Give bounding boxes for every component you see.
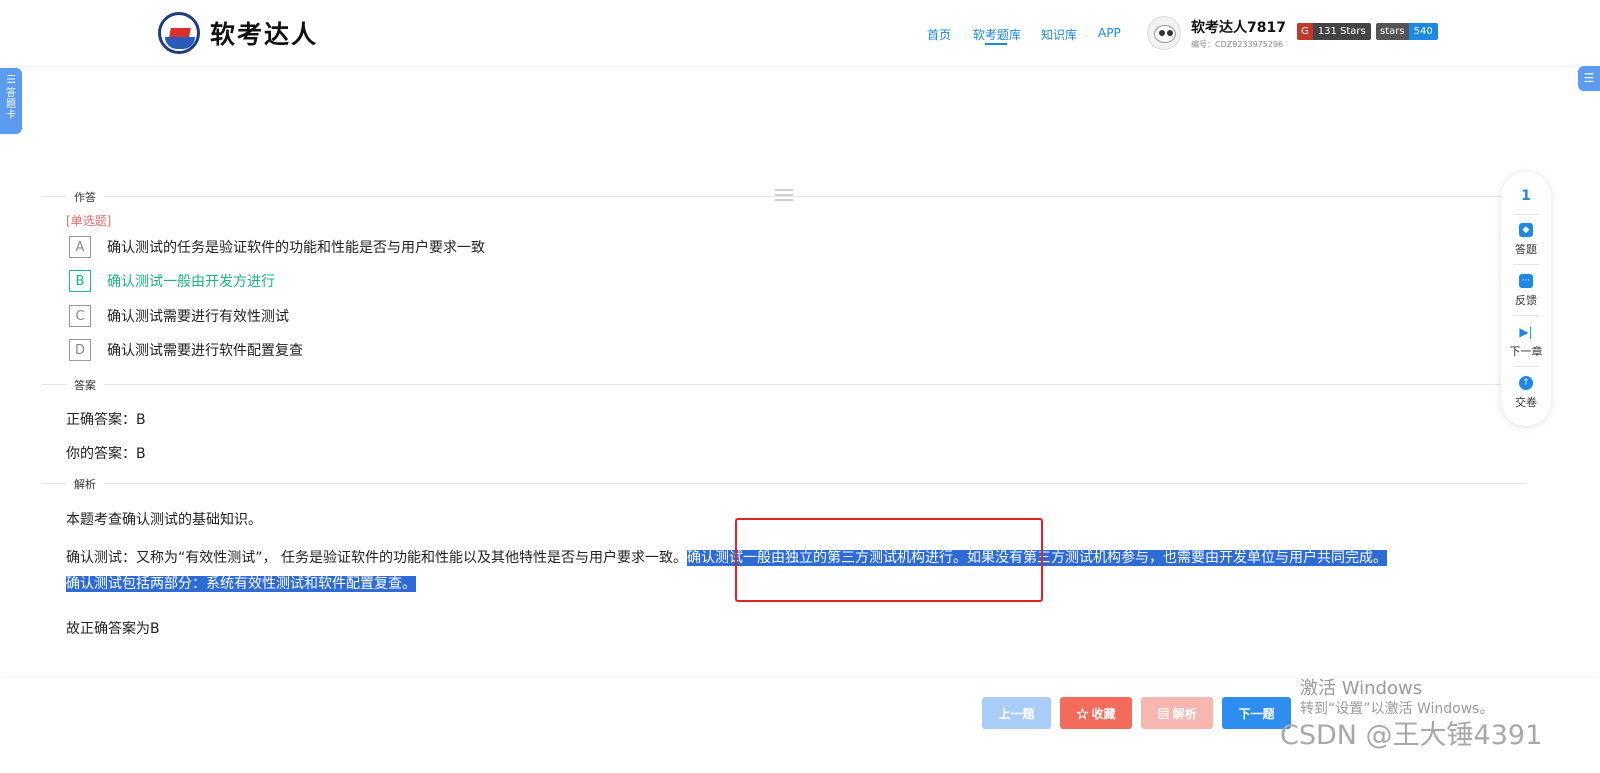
csdn-watermark: CSDN @王大锤4391 xyxy=(1280,720,1543,751)
analysis-conclusion: 故正确答案为B xyxy=(66,621,160,637)
gitee-stars-badge[interactable]: G 131 Stars xyxy=(1297,23,1371,40)
prev-question-button[interactable]: 上一题 xyxy=(982,697,1051,729)
question-type-label: [单选题] xyxy=(66,214,112,228)
menu-icon: ☰ xyxy=(6,73,16,86)
answer-icon: ◆ xyxy=(1519,223,1533,237)
user-id: 编号：CDZ9233975296 xyxy=(1191,40,1284,49)
side-feedback-button[interactable]: ··· 反馈 xyxy=(1501,274,1551,308)
feedback-icon: ··· xyxy=(1519,274,1533,288)
analysis-paragraph-line2: 确认测试包括两部分：系统有效性测试和软件配置复查。 xyxy=(66,571,416,597)
side-answer-button[interactable]: ◆ 答题 xyxy=(1501,223,1551,257)
option-d[interactable]: D 确认测试需要进行软件配置复查 xyxy=(69,338,303,362)
user-name[interactable]: 软考达人7817 xyxy=(1191,17,1286,37)
annotation-box xyxy=(735,518,1043,602)
analysis-intro: 本题考查确认测试的基础知识。 xyxy=(66,512,262,528)
side-next-chapter-button[interactable]: ▶| 下一章 xyxy=(1501,325,1551,359)
top-header: 软考达人 首页 软考题库 知识库 APP 软考达人7817 编号：CDZ9233… xyxy=(0,0,1600,66)
github-stars-badge[interactable]: stars 540 xyxy=(1376,23,1438,40)
analysis-button[interactable]: ▤ 解析 xyxy=(1141,697,1213,729)
logo-emblem-icon xyxy=(158,12,200,54)
correct-answer-value: B xyxy=(136,412,146,428)
option-b[interactable]: B 确认测试一般由开发方进行 xyxy=(69,269,275,293)
favorite-button[interactable]: ☆ 收藏 xyxy=(1060,697,1132,729)
github-icon: stars xyxy=(1376,23,1409,40)
side-toolbar: 1 ◆ 答题 ··· 反馈 ▶| 下一章 ↑ 交卷 xyxy=(1501,172,1551,426)
nav-app[interactable]: APP xyxy=(1098,26,1121,40)
correct-answer: 正确答案：B xyxy=(66,412,146,428)
menu-icon: ☰ xyxy=(1583,71,1595,85)
option-letter: B xyxy=(69,270,91,292)
selected-text: 确认测试包括两部分：系统有效性测试和软件配置复查。 xyxy=(66,576,416,592)
nav-knowledge-base[interactable]: 知识库 xyxy=(1041,26,1077,43)
site-logo[interactable]: 软考达人 xyxy=(158,12,318,54)
nav-question-bank[interactable]: 软考题库 xyxy=(973,26,1021,43)
section-label-answer: 答案 xyxy=(66,377,104,393)
answer-card-tab[interactable]: ☰ 答题卡 xyxy=(0,68,22,134)
option-text: 确认测试需要进行有效性测试 xyxy=(107,309,289,325)
your-answer: 你的答案：B xyxy=(66,446,146,462)
section-label-answering: 作答 xyxy=(66,189,104,205)
next-chapter-icon: ▶| xyxy=(1519,325,1533,339)
option-letter: C xyxy=(69,305,91,327)
option-c[interactable]: C 确认测试需要进行有效性测试 xyxy=(69,304,289,328)
drag-handle-icon[interactable] xyxy=(775,189,793,203)
answer-card-label: 答题卡 xyxy=(6,88,16,121)
side-submit-button[interactable]: ↑ 交卷 xyxy=(1501,376,1551,410)
section-divider xyxy=(42,483,1526,484)
avatar[interactable] xyxy=(1147,16,1181,50)
section-divider xyxy=(42,384,1526,385)
nav-home[interactable]: 首页 xyxy=(927,26,951,43)
your-answer-value: B xyxy=(136,446,146,462)
gitee-icon: G xyxy=(1297,23,1313,40)
option-text: 确认测试的任务是验证软件的功能和性能是否与用户要求一致 xyxy=(107,240,485,256)
submit-icon: ↑ xyxy=(1519,376,1533,390)
right-menu-tab[interactable]: ☰ xyxy=(1578,66,1600,91)
logo-text: 软考达人 xyxy=(210,20,319,49)
section-label-analysis: 解析 xyxy=(66,476,104,492)
windows-activation-title: 激活 Windows xyxy=(1300,678,1423,699)
option-letter: D xyxy=(69,339,91,361)
nav-active-indicator xyxy=(985,43,1007,45)
option-letter: A xyxy=(69,236,91,258)
option-a[interactable]: A 确认测试的任务是验证软件的功能和性能是否与用户要求一致 xyxy=(69,235,485,259)
analysis-paragraph-line1: 确认测试：又称为“有效性测试”， 任务是验证软件的功能和性能以及其他特性是否与用… xyxy=(66,550,1387,566)
option-text: 确认测试一般由开发方进行 xyxy=(107,274,275,290)
option-text: 确认测试需要进行软件配置复查 xyxy=(107,343,303,359)
current-question-number: 1 xyxy=(1521,188,1531,204)
